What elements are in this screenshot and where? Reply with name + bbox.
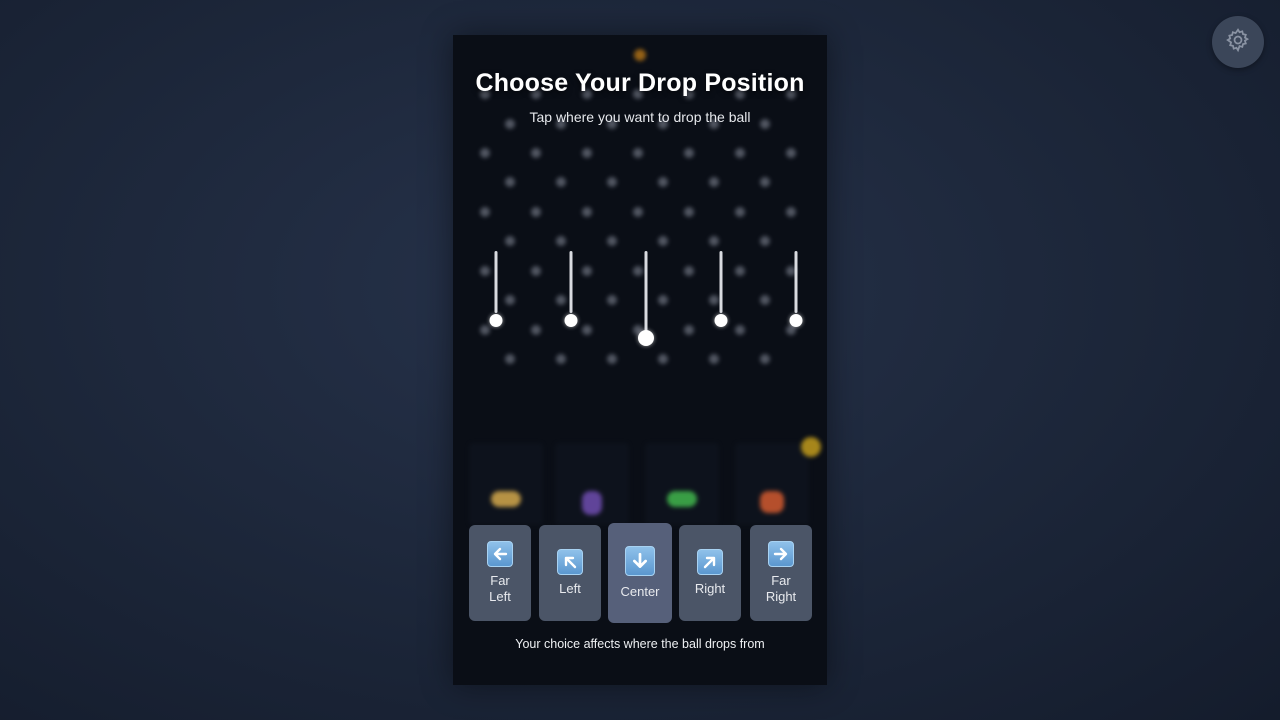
peg bbox=[582, 207, 592, 217]
settings-button[interactable] bbox=[1212, 16, 1264, 68]
arrow-up-right-icon bbox=[697, 549, 723, 575]
button-label: Far Right bbox=[765, 573, 797, 604]
left-button[interactable]: Left bbox=[539, 525, 601, 621]
peg bbox=[658, 177, 668, 187]
peg bbox=[531, 325, 541, 335]
peg bbox=[633, 207, 643, 217]
far-right-button[interactable]: Far Right bbox=[750, 525, 812, 621]
peg bbox=[658, 295, 668, 305]
peg bbox=[684, 148, 694, 158]
drop-marker-right[interactable] bbox=[711, 251, 731, 331]
arrow-left-icon bbox=[487, 541, 513, 567]
page-subtitle: Tap where you want to drop the ball bbox=[529, 109, 751, 125]
peg bbox=[658, 354, 668, 364]
drop-marker-far-left[interactable] bbox=[486, 251, 506, 331]
prize-bin bbox=[469, 443, 543, 525]
ball bbox=[801, 437, 821, 457]
peg bbox=[760, 354, 770, 364]
peg bbox=[709, 354, 719, 364]
peg bbox=[760, 236, 770, 246]
peg bbox=[607, 236, 617, 246]
center-button[interactable]: Center bbox=[608, 523, 672, 623]
peg bbox=[684, 207, 694, 217]
peg bbox=[607, 295, 617, 305]
peg bbox=[760, 295, 770, 305]
peg bbox=[684, 325, 694, 335]
peg bbox=[556, 236, 566, 246]
peg bbox=[531, 148, 541, 158]
button-label: Left bbox=[559, 581, 581, 596]
peg bbox=[505, 295, 515, 305]
peg bbox=[786, 148, 796, 158]
prize-bin bbox=[555, 443, 629, 525]
peg bbox=[582, 266, 592, 276]
button-label: Far Left bbox=[489, 573, 511, 604]
peg bbox=[505, 354, 515, 364]
peg bbox=[505, 236, 515, 246]
arrow-right-icon bbox=[768, 541, 794, 567]
far-left-button[interactable]: Far Left bbox=[469, 525, 531, 621]
button-label: Right bbox=[694, 581, 726, 596]
peg bbox=[556, 177, 566, 187]
peg bbox=[582, 325, 592, 335]
peg bbox=[760, 177, 770, 187]
peg bbox=[709, 177, 719, 187]
right-button[interactable]: Right bbox=[679, 525, 741, 621]
peg bbox=[658, 236, 668, 246]
peg bbox=[786, 207, 796, 217]
peg bbox=[505, 177, 515, 187]
peg bbox=[556, 354, 566, 364]
peg bbox=[735, 148, 745, 158]
page-title: Choose Your Drop Position bbox=[475, 69, 805, 97]
drop-marker-left[interactable] bbox=[561, 251, 581, 331]
peg bbox=[480, 207, 490, 217]
peg bbox=[531, 207, 541, 217]
drop-marker-center[interactable] bbox=[636, 251, 656, 349]
footer-note: Your choice affects where the ball drops… bbox=[515, 637, 765, 651]
peg bbox=[735, 266, 745, 276]
peg bbox=[607, 354, 617, 364]
arrow-up-left-icon bbox=[557, 549, 583, 575]
peg bbox=[684, 266, 694, 276]
arrow-down-icon bbox=[625, 546, 655, 576]
peg bbox=[735, 325, 745, 335]
peg bbox=[480, 148, 490, 158]
prize-bin bbox=[735, 443, 809, 525]
peg bbox=[582, 148, 592, 158]
peg bbox=[531, 266, 541, 276]
game-panel: Choose Your Drop Position Tap where you … bbox=[453, 35, 827, 685]
peg bbox=[633, 148, 643, 158]
ball bbox=[634, 49, 646, 61]
peg bbox=[709, 236, 719, 246]
button-label: Center bbox=[620, 584, 660, 599]
gear-icon bbox=[1225, 27, 1251, 58]
peg bbox=[607, 177, 617, 187]
prize-bin bbox=[645, 443, 719, 525]
peg bbox=[735, 207, 745, 217]
drop-marker-far-right[interactable] bbox=[786, 251, 806, 331]
